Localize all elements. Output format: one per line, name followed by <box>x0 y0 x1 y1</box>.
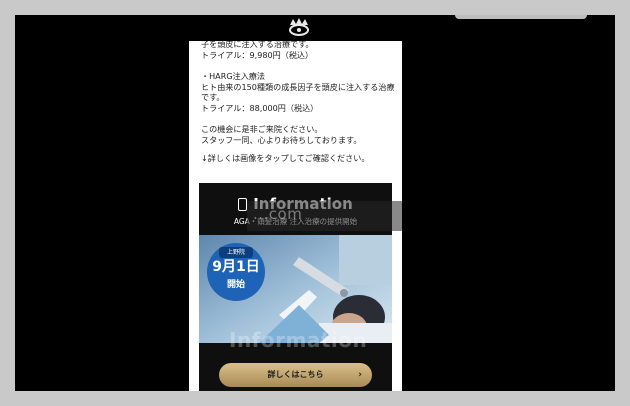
details-button[interactable]: 詳しくはこちら › <box>219 363 372 387</box>
article-text: 子を頭皮に注入する治療です。 トライアル：9,980円（税込） ・HARG注入療… <box>201 41 396 164</box>
tablet-icon <box>238 198 248 211</box>
badge-location: 上野院 <box>219 247 253 258</box>
text-line: トライアル：88,000円（税込） <box>201 102 319 113</box>
badge-start: 開始 <box>226 280 245 290</box>
logo-crest-icon <box>289 18 309 36</box>
top-scrollbar[interactable] <box>455 15 587 19</box>
video-stage: 子を頭皮に注入する治療です。 トライアル：9,980円（税込） ・HARG注入療… <box>15 15 615 391</box>
date-badge: 上野院 9月1日 開始 <box>207 243 265 301</box>
text-line: トライアル：9,980円（税込） <box>201 49 314 60</box>
text-line: スタッフ一同、心よりお待ちしております。 <box>201 134 362 145</box>
text-line: ヒト由来の150種類の成長因子を頭皮に注入する治療です。 <box>201 81 395 103</box>
text-line: この機会に是非ご来院ください。 <box>201 124 323 134</box>
details-button-label: 詳しくはこちら <box>267 370 324 379</box>
text-line: ・HARG注入療法 <box>201 71 265 81</box>
badge-date: 9月1日 <box>212 259 260 275</box>
watermark-text: ...com <box>253 205 303 223</box>
text-line: ↓詳しくは画像をタップしてご確認ください。 <box>201 153 370 163</box>
chevron-right-icon: › <box>358 370 362 380</box>
text-line: 子を頭皮に注入する治療です。 <box>201 41 314 49</box>
banner-watermark: Information <box>229 328 368 352</box>
